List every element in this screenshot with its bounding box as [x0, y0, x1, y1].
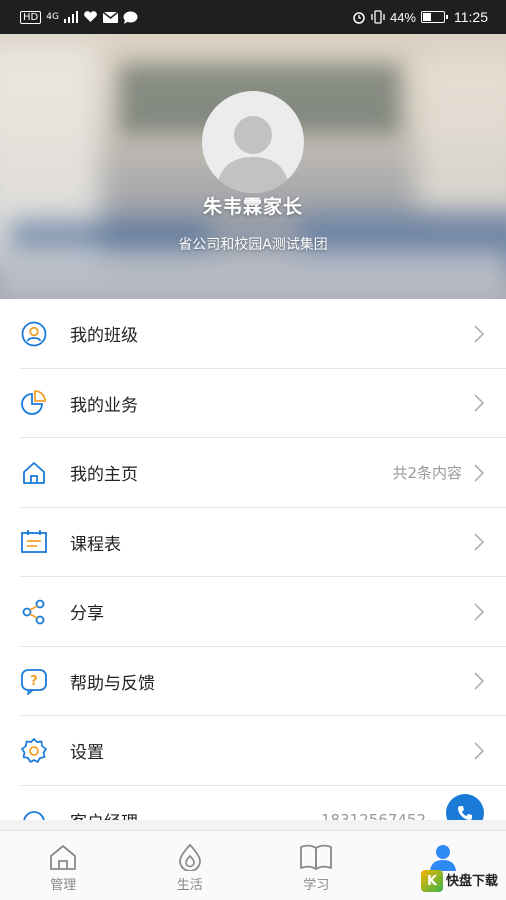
- vibrate-icon: [371, 10, 385, 24]
- watermark-logo: K 快盘下载: [420, 870, 498, 892]
- mail-icon: [102, 11, 118, 23]
- header-background-floor: [0, 249, 506, 299]
- menu-item-schedule[interactable]: 课程表: [0, 508, 506, 578]
- watermark-main: 快盘下载: [445, 873, 498, 889]
- hd-label: HD: [20, 10, 42, 24]
- chevron-right-icon: [472, 602, 486, 622]
- book-icon: [300, 844, 333, 870]
- tab-label: 学习: [303, 878, 330, 893]
- user-circle-icon: [20, 320, 48, 348]
- heart-rate-icon: [84, 11, 97, 22]
- menu-item-help-feedback[interactable]: ? 帮助与反馈: [0, 647, 506, 717]
- home-icon: [20, 459, 48, 487]
- default-avatar-icon: [216, 116, 290, 193]
- menu-item-label: 客户经理: [70, 808, 321, 820]
- alarm-icon: [353, 12, 365, 24]
- tab-label: 生活: [176, 878, 203, 893]
- chevron-right-icon: [472, 741, 486, 761]
- phone-icon: [458, 805, 472, 820]
- headset-icon: [20, 806, 48, 820]
- gear-icon: [20, 737, 48, 765]
- watermark-text: 快盘下载: [446, 875, 498, 888]
- person-icon: [429, 845, 456, 871]
- chevron-right-icon: [472, 324, 486, 344]
- home-icon: [50, 845, 77, 870]
- network-label: 4G: [46, 12, 59, 22]
- status-bar: HD 4G 44% 11:25: [0, 0, 506, 34]
- menu-item-share[interactable]: 分享: [0, 577, 506, 647]
- header-background-window: [416, 54, 506, 214]
- pie-chart-icon: [20, 389, 48, 417]
- homepage-content-count: 共2条内容: [392, 464, 462, 483]
- menu-item-account-manager[interactable]: 客户经理 18312567452: [0, 786, 506, 820]
- menu-item-settings[interactable]: 设置: [0, 716, 506, 786]
- profile-header: 朱韦霖家长 省公司和校园A测试集团: [0, 34, 506, 299]
- clock: 11:25: [454, 9, 488, 25]
- menu-list: 我的班级 我的业务 我的主页 共2条内容 课程表 分享 ? 帮助与反馈 设置: [0, 299, 506, 820]
- battery-percent: 44%: [389, 9, 416, 25]
- menu-item-my-business[interactable]: 我的业务: [0, 369, 506, 439]
- call-button[interactable]: [446, 793, 484, 820]
- signal-icon: [63, 11, 78, 23]
- menu-item-label: 设置: [70, 743, 104, 764]
- account-manager-phone: 18312567452: [321, 811, 426, 820]
- user-name: 朱韦霖家长: [202, 196, 303, 218]
- menu-item-label: 帮助与反馈: [70, 673, 155, 694]
- menu-item-label: 我的业务: [70, 395, 138, 416]
- menu-item-my-homepage[interactable]: 我的主页 共2条内容: [0, 438, 506, 508]
- menu-item-label: 课程表: [70, 534, 121, 555]
- chevron-right-icon: [472, 671, 486, 691]
- battery-icon: [421, 11, 448, 23]
- tab-manage[interactable]: 管理: [0, 831, 127, 900]
- user-organization: 省公司和校园A测试集团: [178, 237, 328, 253]
- chevron-right-icon: [472, 463, 486, 483]
- tab-life[interactable]: 生活: [127, 831, 254, 900]
- menu-item-label: 我的班级: [70, 326, 138, 347]
- status-left: HD 4G: [20, 10, 138, 24]
- help-icon: ?: [20, 667, 48, 696]
- chevron-right-icon: [472, 393, 486, 413]
- status-right: 44% 11:25: [352, 9, 488, 25]
- menu-item-label: 我的主页: [70, 465, 138, 486]
- drop-icon: [178, 843, 201, 871]
- avatar[interactable]: [202, 91, 304, 193]
- tab-study[interactable]: 学习: [253, 831, 380, 900]
- tab-label: 管理: [50, 878, 77, 893]
- chat-icon: [123, 11, 138, 24]
- svg-text:?: ?: [30, 674, 38, 689]
- watermark-badge: K: [420, 870, 443, 892]
- share-icon: [20, 598, 48, 626]
- menu-item-my-class[interactable]: 我的班级: [0, 299, 506, 369]
- chevron-right-icon: [472, 532, 486, 552]
- menu-item-label: 分享: [70, 604, 104, 625]
- calendar-icon: [20, 528, 48, 556]
